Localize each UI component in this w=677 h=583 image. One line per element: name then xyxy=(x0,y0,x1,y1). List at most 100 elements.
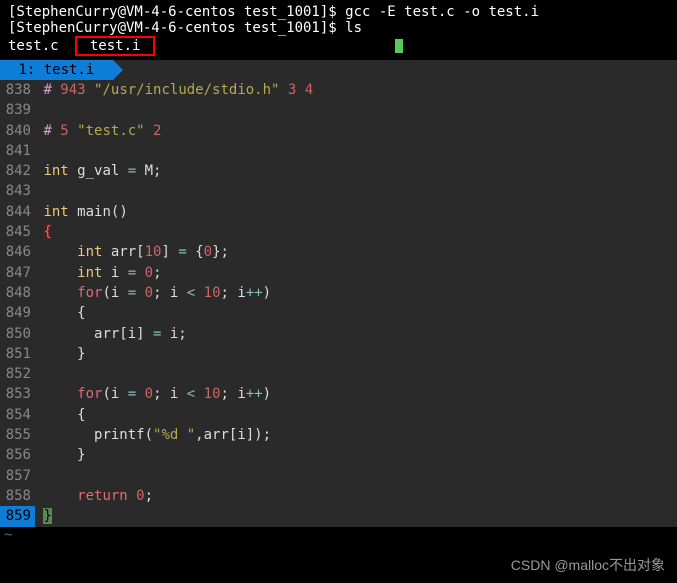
line-number: 840 xyxy=(0,121,35,141)
code-content: { xyxy=(35,303,677,323)
code-token: ; xyxy=(145,488,153,504)
code-token xyxy=(136,386,144,402)
code-token: int xyxy=(77,244,102,260)
code-line: 848 for(i = 0; i < 10; i++) xyxy=(0,283,677,303)
code-token: arr[i] xyxy=(43,326,153,342)
code-token xyxy=(136,285,144,301)
code-line: 854 { xyxy=(0,405,677,425)
code-line: 841 xyxy=(0,141,677,161)
code-token: ++ xyxy=(246,285,263,301)
line-number: 859 xyxy=(0,506,35,526)
code-token: ] xyxy=(161,244,178,260)
code-editor[interactable]: 838 # 943 "/usr/include/stdio.h" 3 4839 … xyxy=(0,80,677,527)
line-number: 846 xyxy=(0,242,35,262)
code-line: 858 return 0; xyxy=(0,486,677,506)
code-token: { xyxy=(187,244,204,260)
code-token: 10 xyxy=(204,386,221,402)
code-token: arr[ xyxy=(102,244,144,260)
highlighted-file: test.i xyxy=(75,36,154,56)
line-number: 857 xyxy=(0,466,35,486)
code-content: int main() xyxy=(35,202,677,222)
code-line: 839 xyxy=(0,100,677,120)
line-number: 848 xyxy=(0,283,35,303)
code-token: } xyxy=(43,447,85,463)
code-line: 853 for(i = 0; i < 10; i++) xyxy=(0,384,677,404)
code-content: } xyxy=(35,445,677,465)
code-token: ; i xyxy=(221,285,246,301)
terminal-line-1: [StephenCurry@VM-4-6-centos test_1001]$ … xyxy=(8,4,669,20)
code-token: int xyxy=(43,204,68,220)
line-number: 850 xyxy=(0,324,35,344)
code-line: 857 xyxy=(0,466,677,486)
line-number: 854 xyxy=(0,405,35,425)
code-token xyxy=(145,123,153,139)
code-content: { xyxy=(35,405,677,425)
line-number: 843 xyxy=(0,181,35,201)
command-text: gcc -E test.c -o test.i xyxy=(345,4,539,20)
code-token: () xyxy=(111,204,128,220)
code-line: 852 xyxy=(0,364,677,384)
code-line: 850 arr[i] = i; xyxy=(0,324,677,344)
tab-label: 1: test.i xyxy=(10,62,103,78)
line-number: 855 xyxy=(0,425,35,445)
code-token: (i xyxy=(102,386,127,402)
code-line: 844 int main() xyxy=(0,202,677,222)
code-token: } xyxy=(43,346,85,362)
line-number: 852 xyxy=(0,364,35,384)
line-number: 858 xyxy=(0,486,35,506)
code-line: 851 } xyxy=(0,344,677,364)
code-token: ) xyxy=(263,285,271,301)
code-content: int i = 0; xyxy=(35,263,677,283)
code-content: } xyxy=(35,344,677,364)
line-number: 842 xyxy=(0,161,35,181)
code-token: "test.c" xyxy=(77,123,144,139)
terminal-output: [StephenCurry@VM-4-6-centos test_1001]$ … xyxy=(0,0,677,60)
vim-tilde: ~ xyxy=(0,527,677,543)
code-content xyxy=(35,364,677,384)
code-token: printf( xyxy=(43,427,153,443)
code-token: M; xyxy=(136,163,161,179)
prompt-text: [StephenCurry@VM-4-6-centos test_1001]$ xyxy=(8,4,345,20)
code-content xyxy=(35,181,677,201)
code-token: = xyxy=(128,386,136,402)
code-token: "%d " xyxy=(153,427,195,443)
code-token: = xyxy=(128,285,136,301)
code-content: { xyxy=(35,222,677,242)
editor-tab-bar: 1: test.i xyxy=(0,60,677,80)
code-line: 845 { xyxy=(0,222,677,242)
tab-test-i[interactable]: 1: test.i xyxy=(0,60,113,80)
code-content: # 943 "/usr/include/stdio.h" 3 4 xyxy=(35,80,677,100)
line-number: 849 xyxy=(0,303,35,323)
code-token: < xyxy=(187,285,195,301)
code-token xyxy=(43,488,77,504)
code-content: int arr[10] = {0}; xyxy=(35,242,677,262)
line-number: 841 xyxy=(0,141,35,161)
code-token: = xyxy=(128,265,136,281)
code-token: ) xyxy=(263,386,271,402)
code-token: ++ xyxy=(246,386,263,402)
code-token: i; xyxy=(161,326,186,342)
code-token: = xyxy=(128,163,136,179)
code-content: int g_val = M; xyxy=(35,161,677,181)
code-token: 10 xyxy=(204,285,221,301)
code-line: 859 } xyxy=(0,506,677,526)
code-line: 842 int g_val = M; xyxy=(0,161,677,181)
code-token xyxy=(69,204,77,220)
command-text: ls xyxy=(345,20,362,36)
code-content: for(i = 0; i < 10; i++) xyxy=(35,384,677,404)
line-number: 845 xyxy=(0,222,35,242)
code-token: 0 xyxy=(204,244,212,260)
code-token xyxy=(69,123,77,139)
code-line: 840 # 5 "test.c" 2 xyxy=(0,121,677,141)
line-number: 853 xyxy=(0,384,35,404)
code-token: "/usr/include/stdio.h" xyxy=(94,82,279,98)
code-token xyxy=(136,265,144,281)
code-token: 0 xyxy=(145,265,153,281)
code-token xyxy=(128,488,136,504)
code-token: { xyxy=(43,305,85,321)
code-line: 847 int i = 0; xyxy=(0,263,677,283)
code-token: }; xyxy=(212,244,229,260)
code-line: 855 printf("%d ",arr[i]); xyxy=(0,425,677,445)
code-content: # 5 "test.c" 2 xyxy=(35,121,677,141)
code-content: return 0; xyxy=(35,486,677,506)
